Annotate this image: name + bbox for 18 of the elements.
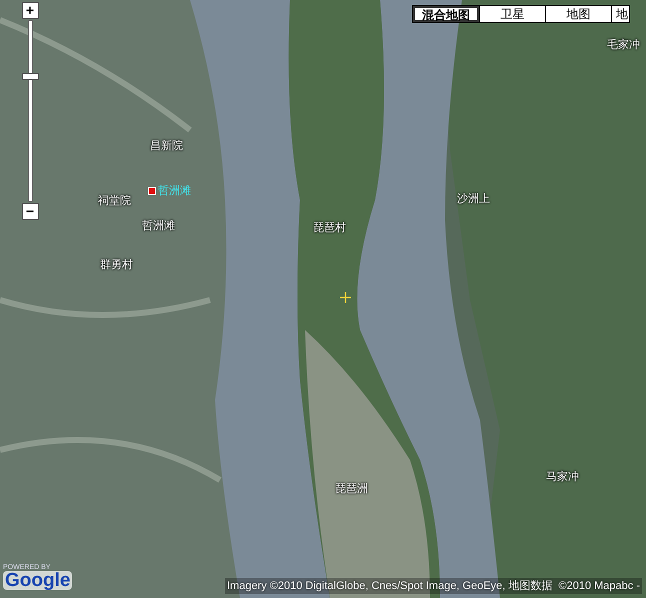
map-type-tab[interactable]: 地 bbox=[611, 6, 629, 22]
place-label: 群勇村 bbox=[100, 258, 133, 272]
zoom-in-button[interactable]: + bbox=[22, 2, 38, 19]
place-label: 毛家冲 bbox=[607, 38, 640, 52]
place-label: 哲洲滩 bbox=[142, 219, 175, 233]
attribution-text: Imagery ©2010 DigitalGlobe, Cnes/Spot Image, GeoEye, 地图数据 ©2010 Mapabc - bbox=[224, 578, 642, 594]
logo-text: Google bbox=[3, 571, 72, 590]
place-label: 琵琶村 bbox=[313, 221, 346, 235]
place-label: 琵琶洲 bbox=[335, 482, 368, 496]
zoom-out-button[interactable]: − bbox=[22, 203, 38, 220]
map-type-tab[interactable]: 混合地图 bbox=[413, 6, 479, 22]
place-label: 祠堂院 bbox=[98, 194, 131, 208]
place-label: 沙洲上 bbox=[457, 192, 490, 206]
place-label: 昌新院 bbox=[150, 139, 183, 153]
marker-icon[interactable] bbox=[148, 187, 156, 195]
crosshair-icon bbox=[340, 292, 351, 303]
place-label: 马家冲 bbox=[546, 470, 579, 484]
marker-label: 哲洲滩 bbox=[158, 184, 191, 198]
